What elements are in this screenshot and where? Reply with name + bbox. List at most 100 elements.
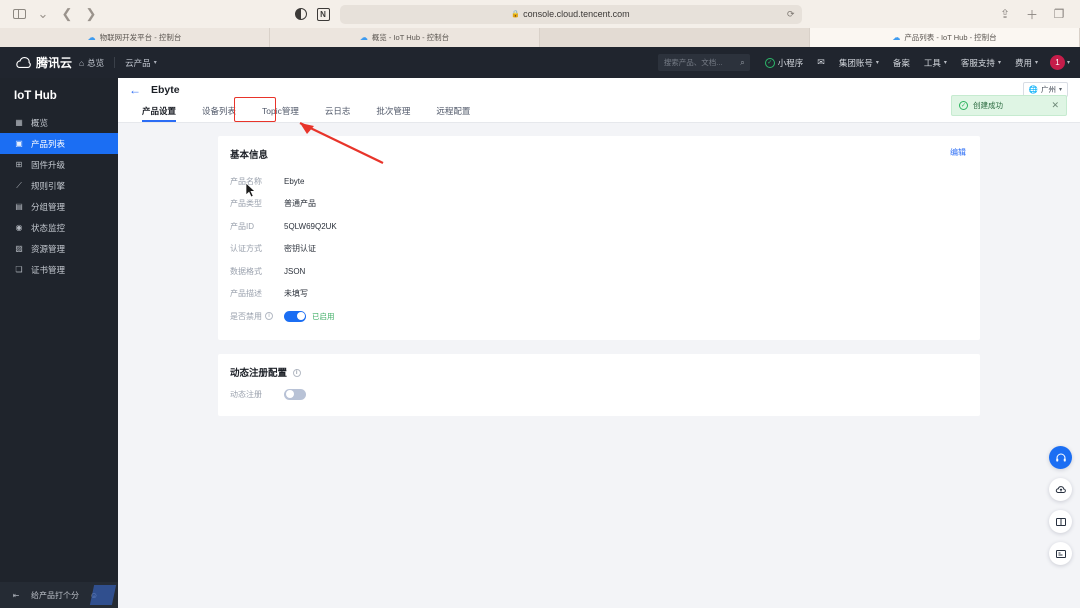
toast-notification: ✓ 创建成功 ✕ [951,95,1067,116]
reader-contrast-icon[interactable] [294,8,307,20]
share-icon[interactable]: ⇪ [995,4,1015,24]
caret-down-icon: ▾ [997,60,1001,66]
sidebar-item-firmware-upgrade[interactable]: ⊞ 固件升级 [0,154,118,175]
back-arrow-icon[interactable]: ← [129,83,141,97]
disable-toggle[interactable] [284,310,306,322]
documentation-book-icon[interactable] [1049,510,1072,533]
browser-tab-title: 概览 - IoT Hub - 控制台 [371,33,450,42]
tab-topic-manage[interactable]: Topic管理 [249,105,312,122]
tab-device-list[interactable]: 设备列表 [189,105,249,122]
console-topnav: 腾讯云 ⌂ 总览 云产品 ▾ ⌕ ✓ 小程序 ✉ 集团账号 ▾ [0,47,1080,78]
dynamic-register-toggle[interactable] [284,388,306,400]
tab-product-settings[interactable]: 产品设置 [129,105,189,122]
dashboard-icon: ▦ [15,118,23,127]
info-label: 认证方式 [230,244,262,254]
back-icon[interactable]: ❮ [57,4,77,24]
feedback-list-icon[interactable] [1049,542,1072,565]
tab-remote-config[interactable]: 远程配置 [423,105,483,122]
sidebar-item-product-list[interactable]: ▣ 产品列表 [0,133,118,154]
tab-label: 云日志 [324,106,351,116]
sidebar-item-label: 证书管理 [31,264,66,275]
browser-tab[interactable]: ☁ 物联网开发平台 - 控制台 [0,28,270,47]
info-row: 数据格式 JSON [218,260,980,283]
page-header: ← Ebyte 🌐 广州 ▾ [118,78,1080,101]
nav-cloud-products-label: 云产品 [125,57,151,68]
tab-overview-icon[interactable]: ❐ [1049,4,1069,24]
info-row: 产品ID 5QLW69Q2UK [218,215,980,238]
avatar[interactable]: 1 [1049,55,1065,70]
browser-tab[interactable] [540,28,810,47]
close-icon[interactable]: ✕ [1051,100,1059,111]
group-manage-icon: ▤ [15,202,23,211]
browser-tab-active[interactable]: ☁ 产品列表 - IoT Hub - 控制台 [810,28,1080,47]
sidebar-item-rule-engine[interactable]: ⟋ 规则引擎 [0,175,118,196]
nav-support-label: 客服支持 [960,57,995,68]
nav-beian[interactable]: 备案 [887,57,916,69]
sidebar-item-status-monitor[interactable]: ◉ 状态监控 [0,217,118,238]
info-icon[interactable]: i [292,368,301,377]
globe-icon: 🌐 [1028,85,1038,94]
support-headset-icon[interactable] [1049,446,1072,469]
sidebar-title: IoT Hub [14,90,57,102]
info-row: 产品描述 未填写 [218,283,980,306]
avatar-caret-down-icon[interactable]: ▾ [1067,59,1070,66]
browser-toolbar: ⌄ ❮ ❯ N 🔒 console.cloud.tencent.com ⟳ ⇪ … [0,0,1080,28]
nav-support[interactable]: 客服支持 ▾ [955,57,1007,69]
info-value: 密钥认证 [284,244,316,254]
sidebar-item-resource-manage[interactable]: ▨ 资源管理 [0,238,118,259]
rate-product-label[interactable]: 给产品打个分 [31,590,79,601]
tab-cloud-log[interactable]: 云日志 [312,105,364,122]
sidebar-item-certificate[interactable]: ❏ 证书管理 [0,259,118,280]
global-search[interactable]: ⌕ [657,54,750,71]
app-root: ⌄ ❮ ❯ N 🔒 console.cloud.tencent.com ⟳ ⇪ … [0,0,1080,608]
search-icon[interactable]: ⌕ [740,58,744,68]
sidebar-item-label: 产品列表 [31,138,66,149]
tab-batch-manage[interactable]: 批次管理 [363,105,423,122]
info-value: 5QLW69Q2UK [284,221,337,231]
content-tabs: 产品设置 设备列表 Topic管理 云日志 批次管理 远程配置 [118,97,1080,123]
sidebar-item-overview[interactable]: ▦ 概览 [0,112,118,133]
address-bar[interactable]: 🔒 console.cloud.tencent.com ⟳ [339,4,802,24]
nav-mini-program[interactable]: ✓ 小程序 [759,57,810,69]
disable-label: 是否禁用 [230,311,262,321]
info-icon[interactable]: i [265,312,273,321]
sidebar-toggle-chevron-icon[interactable]: ⌄ [33,4,53,24]
cloud-upload-icon[interactable] [1049,478,1072,501]
nav-group-account[interactable]: 集团账号 ▾ [833,57,885,69]
info-label: 数据格式 [230,266,262,276]
info-label: 是否禁用 i [230,311,284,322]
info-value: 普通产品 [284,199,316,209]
sidebar-item-group-manage[interactable]: ▤ 分组管理 [0,196,118,217]
brand-logo-group[interactable]: 腾讯云 [0,54,72,71]
browser-tab[interactable]: ☁ 概览 - IoT Hub - 控制台 [270,28,540,47]
resource-manage-icon: ▨ [15,244,23,253]
floating-actions [1049,446,1072,565]
lock-icon: 🔒 [511,11,521,18]
enabled-status-text: 已启用 [312,311,335,321]
info-value: Ebyte [284,176,305,186]
forward-icon[interactable]: ❯ [81,4,101,24]
sidebar-toggle-icon[interactable] [9,4,29,24]
rule-engine-icon: ⟋ [16,180,22,190]
edit-link[interactable]: 编辑 [950,147,966,158]
tab-label: 产品设置 [142,106,177,116]
collapse-icon[interactable]: ⇤ [11,590,21,600]
nav-home[interactable]: ⌂ 总览 [72,57,111,69]
reload-icon[interactable]: ⟳ [787,9,795,20]
search-input[interactable] [663,58,744,67]
nav-billing[interactable]: 费用 ▾ [1009,57,1044,69]
nav-cloud-products[interactable]: 云产品 ▾ [118,57,164,69]
info-value: 未填写 [284,289,308,299]
caret-down-icon: ▾ [1034,60,1038,66]
nav-messages[interactable]: ✉ [811,57,831,68]
plus-icon[interactable]: ＋ [1022,4,1042,24]
notion-extension-icon[interactable]: N [316,7,330,21]
nav-group-account-label: 集团账号 [838,57,873,68]
browser-nav-group: ⌄ ❮ ❯ [0,4,101,24]
topnav-right-group: ⌕ ✓ 小程序 ✉ 集团账号 ▾ 备案 工具 ▾ 客服支持 ▾ [657,54,1080,71]
browser-address-area: N 🔒 console.cloud.tencent.com ⟳ [101,4,995,24]
certificate-icon: ❏ [15,265,23,274]
nav-tools[interactable]: 工具 ▾ [918,57,953,69]
basic-info-title: 基本信息 [230,150,269,161]
sidebar-item-label: 规则引擎 [31,180,66,191]
